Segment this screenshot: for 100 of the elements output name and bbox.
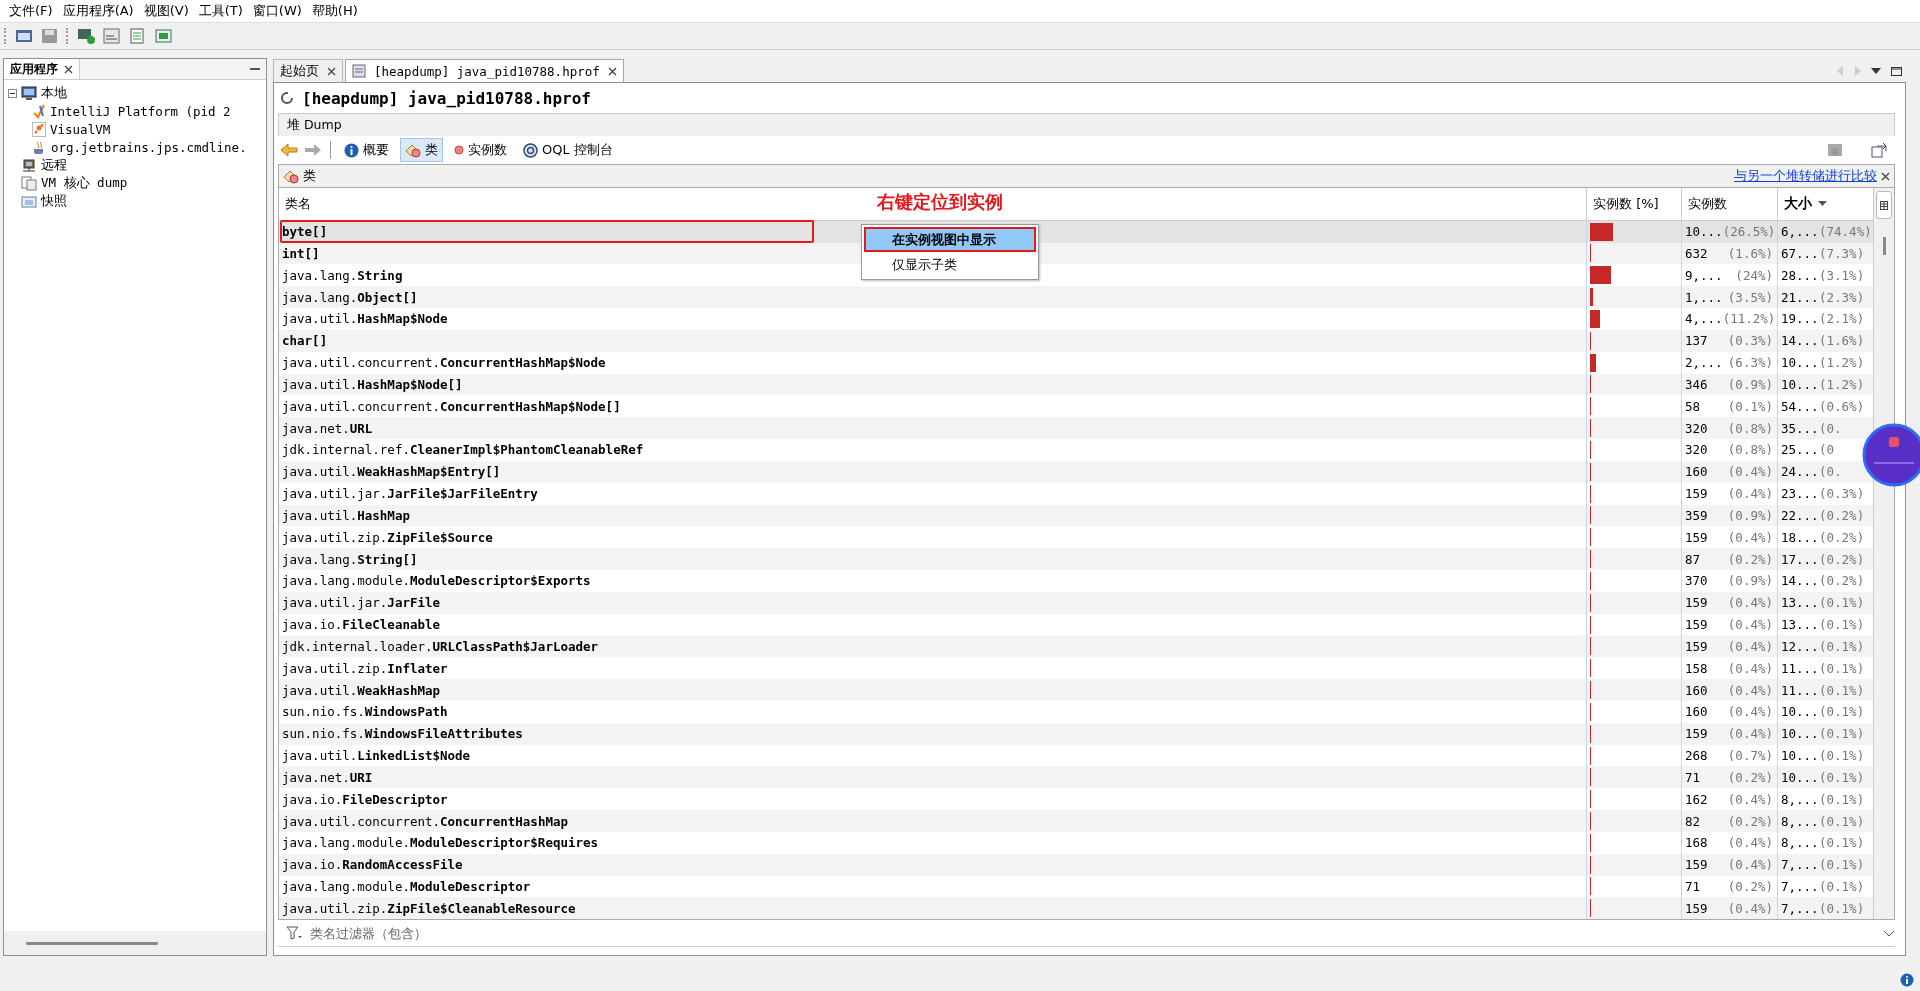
column-selector-button[interactable]: [1876, 191, 1892, 219]
tree-item[interactable]: org.jetbrains.jps.cmdline.: [51, 139, 247, 155]
count-cell: 158: [1685, 660, 1708, 676]
filter-field[interactable]: 类名过滤器（包含）: [308, 924, 1877, 942]
size-cell: 10...: [1781, 376, 1819, 392]
column-header[interactable]: 类名: [285, 194, 311, 213]
percent-cell: (26.5%): [1722, 224, 1776, 240]
close-icon[interactable]: [327, 66, 336, 76]
panel-tab[interactable]: 应用程序: [4, 59, 80, 79]
view-button[interactable]: 概要: [339, 138, 394, 162]
class-name: java.lang.String[]: [282, 551, 418, 567]
menu-item[interactable]: 视图(V): [138, 2, 194, 20]
menu-item[interactable]: 帮助(H): [306, 2, 363, 20]
count-cell: 359: [1685, 507, 1708, 523]
close-icon[interactable]: [607, 66, 617, 76]
count-cell: 10...: [1685, 224, 1723, 240]
size-cell: 10...: [1781, 355, 1819, 371]
percent-cell-text: (0.1%): [1819, 704, 1866, 720]
add-host-icon[interactable]: [76, 27, 96, 45]
class-name: java.util.zip.ZipFile$CleanableResource: [282, 900, 576, 916]
percent-cell-text: (1.2%): [1819, 355, 1866, 371]
scrollbar-thumb[interactable]: [26, 941, 158, 945]
percent-cell-text: (0.1%): [1819, 791, 1866, 807]
count-cell: 159: [1685, 900, 1708, 916]
editor-tab[interactable]: 起始页: [273, 59, 343, 82]
menu-item[interactable]: 仅显示子类: [864, 252, 1036, 277]
view-button[interactable]: OQL 控制台: [518, 138, 618, 162]
view-button[interactable]: 类: [400, 138, 443, 162]
percent-cell-text: (0.2%): [1819, 573, 1866, 589]
tree-item[interactable]: VM 核心 dump: [41, 174, 128, 192]
filter-icon: [286, 926, 302, 940]
tree-item[interactable]: VisualVM: [50, 121, 111, 137]
percent-cell-text: (0.1%): [1819, 835, 1866, 851]
percent-cell: (24%): [1735, 267, 1773, 283]
close-icon[interactable]: [1881, 171, 1890, 181]
column-header[interactable]: 实例数 [%]: [1593, 194, 1659, 213]
class-name: jdk.internal.ref.CleanerImpl$PhantomCleanableRef: [282, 442, 644, 458]
count-cell: 159: [1685, 726, 1708, 742]
chevron-down-icon[interactable]: [1883, 929, 1895, 937]
back-icon[interactable]: [280, 143, 298, 157]
view-tab[interactable]: 堆 Dump: [287, 116, 342, 134]
tree-item[interactable]: 快照: [41, 192, 67, 210]
size-cell: 11...: [1781, 660, 1819, 676]
size-cell: 8,...: [1781, 791, 1819, 807]
menu-item[interactable]: 工具(T): [193, 2, 248, 20]
size-cell: 25...: [1781, 442, 1819, 458]
tree-item[interactable]: 本地: [41, 84, 67, 102]
percent-cell-text: (0.1%): [1819, 900, 1866, 916]
count-cell: 82: [1685, 813, 1701, 829]
maximize-icon[interactable]: [1891, 66, 1902, 76]
scrollbar-thumb[interactable]: [1882, 237, 1886, 255]
menu-item[interactable]: 窗口(W): [247, 2, 307, 20]
count-cell: 87: [1685, 551, 1701, 567]
count-cell: 160: [1685, 682, 1708, 698]
count-cell: 9,...: [1685, 267, 1723, 283]
percent-cell-text: (0.2%): [1819, 529, 1866, 545]
menu-item[interactable]: 在实例视图中显示: [864, 227, 1036, 252]
percent-cell-text: (0.1%): [1819, 879, 1866, 894]
percent-cell-text: (2.1%): [1819, 311, 1866, 327]
percent-cell: (0.2%): [1727, 551, 1773, 567]
info-icon[interactable]: [1900, 973, 1914, 987]
collapse-icon[interactable]: [8, 88, 17, 98]
percent-cell-text: (0.3%): [1819, 486, 1866, 502]
class-name: java.util.concurrent.ConcurrentHashMap$Node: [282, 355, 606, 371]
tree-item[interactable]: 远程: [41, 156, 67, 174]
class-name: java.util.concurrent.ConcurrentHashMap$Node[]: [282, 398, 621, 414]
percent-cell: (0.4%): [1727, 682, 1773, 698]
class-name: java.util.HashMap$Node: [282, 311, 448, 327]
percent-cell-text: (0.1%): [1819, 726, 1866, 742]
dump-title: [heapdump] java_pid10788.hprof: [302, 88, 591, 108]
percent-cell-text: (0.: [1819, 464, 1843, 480]
size-cell: 14...: [1781, 333, 1819, 349]
size-cell: 8,...: [1781, 813, 1819, 829]
percent-cell: (0.4%): [1727, 791, 1773, 807]
percent-cell: (0.9%): [1727, 507, 1773, 523]
export-icon[interactable]: [1871, 142, 1887, 158]
count-cell: 159: [1685, 595, 1708, 611]
percent-cell: (0.9%): [1727, 573, 1773, 589]
column-header[interactable]: 大小: [1784, 194, 1812, 213]
column-header[interactable]: 实例数: [1688, 194, 1727, 213]
view-button[interactable]: 实例数: [449, 138, 512, 162]
tree-item[interactable]: IntelliJ Platform (pid 2: [50, 103, 231, 119]
size-cell: 18...: [1781, 529, 1819, 545]
count-cell: 1,...: [1685, 289, 1723, 305]
percent-cell-text: (0.1%): [1819, 769, 1866, 785]
percent-cell-text: (0.1%): [1819, 682, 1866, 698]
network-icon: [21, 157, 37, 173]
dropdown-icon[interactable]: [1871, 68, 1881, 74]
compare-link[interactable]: 与另一个堆转储进行比较: [1734, 167, 1877, 185]
camera-icon: [21, 193, 37, 209]
menu-item[interactable]: 应用程序(A): [57, 2, 139, 20]
percent-cell: (0.4%): [1727, 486, 1773, 502]
class-name: java.util.LinkedList$Node: [282, 748, 471, 763]
close-icon[interactable]: [64, 64, 73, 74]
editor-tab[interactable]: [heapdump] java_pid10788.hprof: [345, 59, 624, 82]
class-name: java.lang.module.ModuleDescriptor$Exports: [282, 573, 591, 589]
menu-item[interactable]: 文件(F): [4, 2, 58, 20]
percent-cell: (11.2%): [1722, 311, 1776, 327]
class-name: java.util.concurrent.ConcurrentHashMap: [282, 813, 568, 829]
size-cell: 67...: [1781, 245, 1819, 261]
